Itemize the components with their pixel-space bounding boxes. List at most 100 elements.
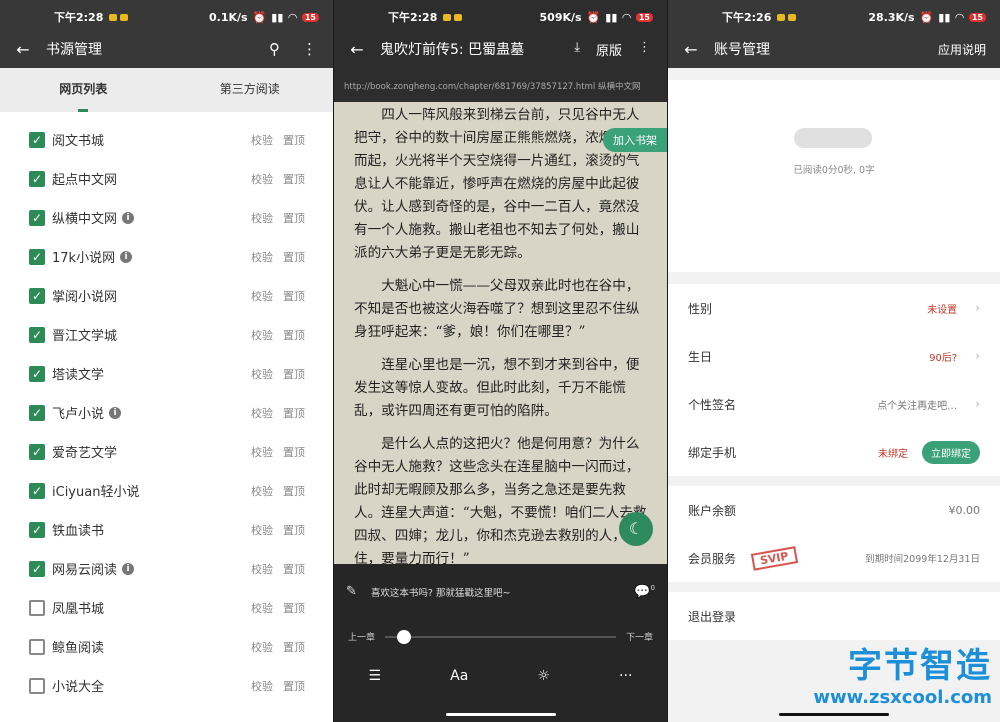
checkbox[interactable]: ✓: [29, 170, 45, 187]
tab-web-list[interactable]: 网页列表: [0, 68, 167, 112]
source-row[interactable]: ✓ iCiyuan轻小说 校验 置顶: [0, 471, 333, 510]
pin-top-button[interactable]: 置顶: [283, 132, 305, 148]
checkbox[interactable]: ✓: [29, 326, 45, 343]
gender-row[interactable]: 性别 未设置 ›: [668, 284, 1000, 332]
tab-third-party[interactable]: 第三方阅读: [167, 68, 334, 112]
verify-button[interactable]: 校验: [251, 327, 273, 343]
balance-row[interactable]: 账户余额 ¥0.00: [668, 486, 1000, 534]
source-name: 17k小说网: [52, 251, 116, 266]
pin-top-button[interactable]: 置顶: [283, 171, 305, 187]
verify-button[interactable]: 校验: [251, 249, 273, 265]
source-row[interactable]: ✓ 飞卢小说 i 校验 置顶: [0, 393, 333, 432]
back-arrow-icon[interactable]: ←: [668, 40, 714, 59]
back-arrow-icon[interactable]: ←: [0, 40, 46, 59]
download-icon[interactable]: ⤓: [574, 40, 580, 59]
more-vert-icon[interactable]: ⋮: [638, 40, 651, 59]
next-chapter-button[interactable]: 下一章: [626, 630, 653, 643]
checkbox[interactable]: ✓: [29, 248, 45, 265]
source-row[interactable]: ✓ 阅文书城 校验 置顶: [0, 120, 333, 159]
menu-list-icon[interactable]: ☰: [369, 668, 382, 684]
verify-button[interactable]: 校验: [251, 561, 273, 577]
checkbox[interactable]: ✓: [29, 404, 45, 421]
source-row[interactable]: ✓ 网易云阅读 i 校验 置顶: [0, 549, 333, 588]
pin-top-button[interactable]: 置顶: [283, 639, 305, 655]
source-row[interactable]: ✓ 铁血读书 校验 置顶: [0, 510, 333, 549]
progress-slider[interactable]: [385, 629, 616, 644]
checkbox[interactable]: ✓: [29, 365, 45, 382]
verify-button[interactable]: 校验: [251, 132, 273, 148]
info-icon[interactable]: i: [122, 562, 135, 575]
add-to-shelf-button[interactable]: 加入书架: [603, 128, 667, 152]
pin-top-button[interactable]: 置顶: [283, 522, 305, 538]
pin-top-button[interactable]: 置顶: [283, 483, 305, 499]
night-mode-icon[interactable]: ☾: [619, 512, 653, 546]
checkbox[interactable]: ✓: [29, 482, 45, 499]
slider-thumb[interactable]: [396, 629, 411, 644]
comment-bar[interactable]: ✎ 喜欢这本书吗? 那就猛戳这里吧~ 💬0: [346, 584, 655, 599]
source-row[interactable]: ✓ 掌阅小说网 校验 置顶: [0, 276, 333, 315]
pin-top-button[interactable]: 置顶: [283, 249, 305, 265]
checkbox[interactable]: ✓: [29, 638, 45, 655]
watermark-logo: 字节智造 www.zsxcool.com: [813, 638, 992, 708]
reading-content[interactable]: 四人一阵风般来到梯云台前，只见谷中无人把守，谷中的数十间房屋正熊熊燃烧，浓烟冲天…: [334, 104, 667, 564]
source-row[interactable]: ✓ 17k小说网 i 校验 置顶: [0, 237, 333, 276]
checkbox[interactable]: ✓: [29, 287, 45, 304]
more-vert-icon[interactable]: ⋮: [302, 40, 317, 58]
checkbox[interactable]: ✓: [29, 560, 45, 577]
verify-button[interactable]: 校验: [251, 483, 273, 499]
birthday-row[interactable]: 生日 90后? ›: [668, 332, 1000, 380]
pin-top-button[interactable]: 置顶: [283, 366, 305, 382]
checkbox[interactable]: ✓: [29, 209, 45, 226]
verify-button[interactable]: 校验: [251, 288, 273, 304]
verify-button[interactable]: 校验: [251, 600, 273, 616]
verify-button[interactable]: 校验: [251, 210, 273, 226]
checkbox[interactable]: ✓: [29, 443, 45, 460]
verify-button[interactable]: 校验: [251, 444, 273, 460]
bind-phone-button[interactable]: 立即绑定: [922, 440, 980, 464]
pin-top-button[interactable]: 置顶: [283, 678, 305, 694]
checkbox[interactable]: ✓: [29, 599, 45, 616]
source-row[interactable]: ✓ 塔读文学 校验 置顶: [0, 354, 333, 393]
status-bar: 下午2:28 509K/s ⏰ ▮▮ ◠ 15: [334, 0, 667, 34]
more-horiz-icon[interactable]: ···: [619, 668, 632, 684]
source-row[interactable]: ✓ 凤凰书城 校验置顶: [0, 588, 333, 627]
prev-chapter-button[interactable]: 上一章: [348, 630, 375, 643]
status-time: 下午2:28: [388, 11, 438, 24]
checkbox[interactable]: ✓: [29, 131, 45, 148]
verify-button[interactable]: 校验: [251, 678, 273, 694]
logout-button[interactable]: 退出登录: [668, 592, 1000, 640]
source-row[interactable]: ✓ 鲸鱼阅读 校验置顶: [0, 627, 333, 666]
original-button[interactable]: 原版: [596, 40, 622, 59]
pin-top-button[interactable]: 置顶: [283, 561, 305, 577]
book-title: 鬼吹灯前传5: 巴蜀蛊墓: [380, 42, 525, 58]
info-icon[interactable]: i: [109, 406, 122, 419]
font-size-button[interactable]: Aa: [450, 668, 468, 684]
source-row[interactable]: ✓ 爱奇艺文学 校验 置顶: [0, 432, 333, 471]
checkbox[interactable]: ✓: [29, 677, 45, 694]
pin-top-button[interactable]: 置顶: [283, 288, 305, 304]
comment-icon[interactable]: 💬0: [634, 584, 655, 599]
signature-row[interactable]: 个性签名 点个关注再走吧… ›: [668, 380, 1000, 428]
verify-button[interactable]: 校验: [251, 171, 273, 187]
info-icon[interactable]: i: [122, 211, 135, 224]
pin-top-button[interactable]: 置顶: [283, 327, 305, 343]
pin-top-button[interactable]: 置顶: [283, 600, 305, 616]
info-icon[interactable]: i: [120, 250, 133, 263]
verify-button[interactable]: 校验: [251, 522, 273, 538]
help-link[interactable]: 应用说明: [938, 41, 1000, 58]
pin-top-button[interactable]: 置顶: [283, 405, 305, 421]
source-row[interactable]: ✓ 晋江文学城 校验 置顶: [0, 315, 333, 354]
pin-top-button[interactable]: 置顶: [283, 210, 305, 226]
search-icon[interactable]: ⚲: [269, 40, 280, 58]
source-row[interactable]: ✓ 起点中文网 校验 置顶: [0, 159, 333, 198]
brightness-icon[interactable]: ☼: [537, 668, 550, 684]
verify-button[interactable]: 校验: [251, 639, 273, 655]
source-row[interactable]: ✓ 纵横中文网 i 校验 置顶: [0, 198, 333, 237]
verify-button[interactable]: 校验: [251, 405, 273, 421]
source-row[interactable]: ✓ 小说大全 校验置顶: [0, 666, 333, 705]
pin-top-button[interactable]: 置顶: [283, 444, 305, 460]
member-row[interactable]: 会员服务 SVIP 到期时间2099年12月31日: [668, 534, 1000, 582]
verify-button[interactable]: 校验: [251, 366, 273, 382]
back-arrow-icon[interactable]: ←: [334, 40, 380, 59]
checkbox[interactable]: ✓: [29, 521, 45, 538]
